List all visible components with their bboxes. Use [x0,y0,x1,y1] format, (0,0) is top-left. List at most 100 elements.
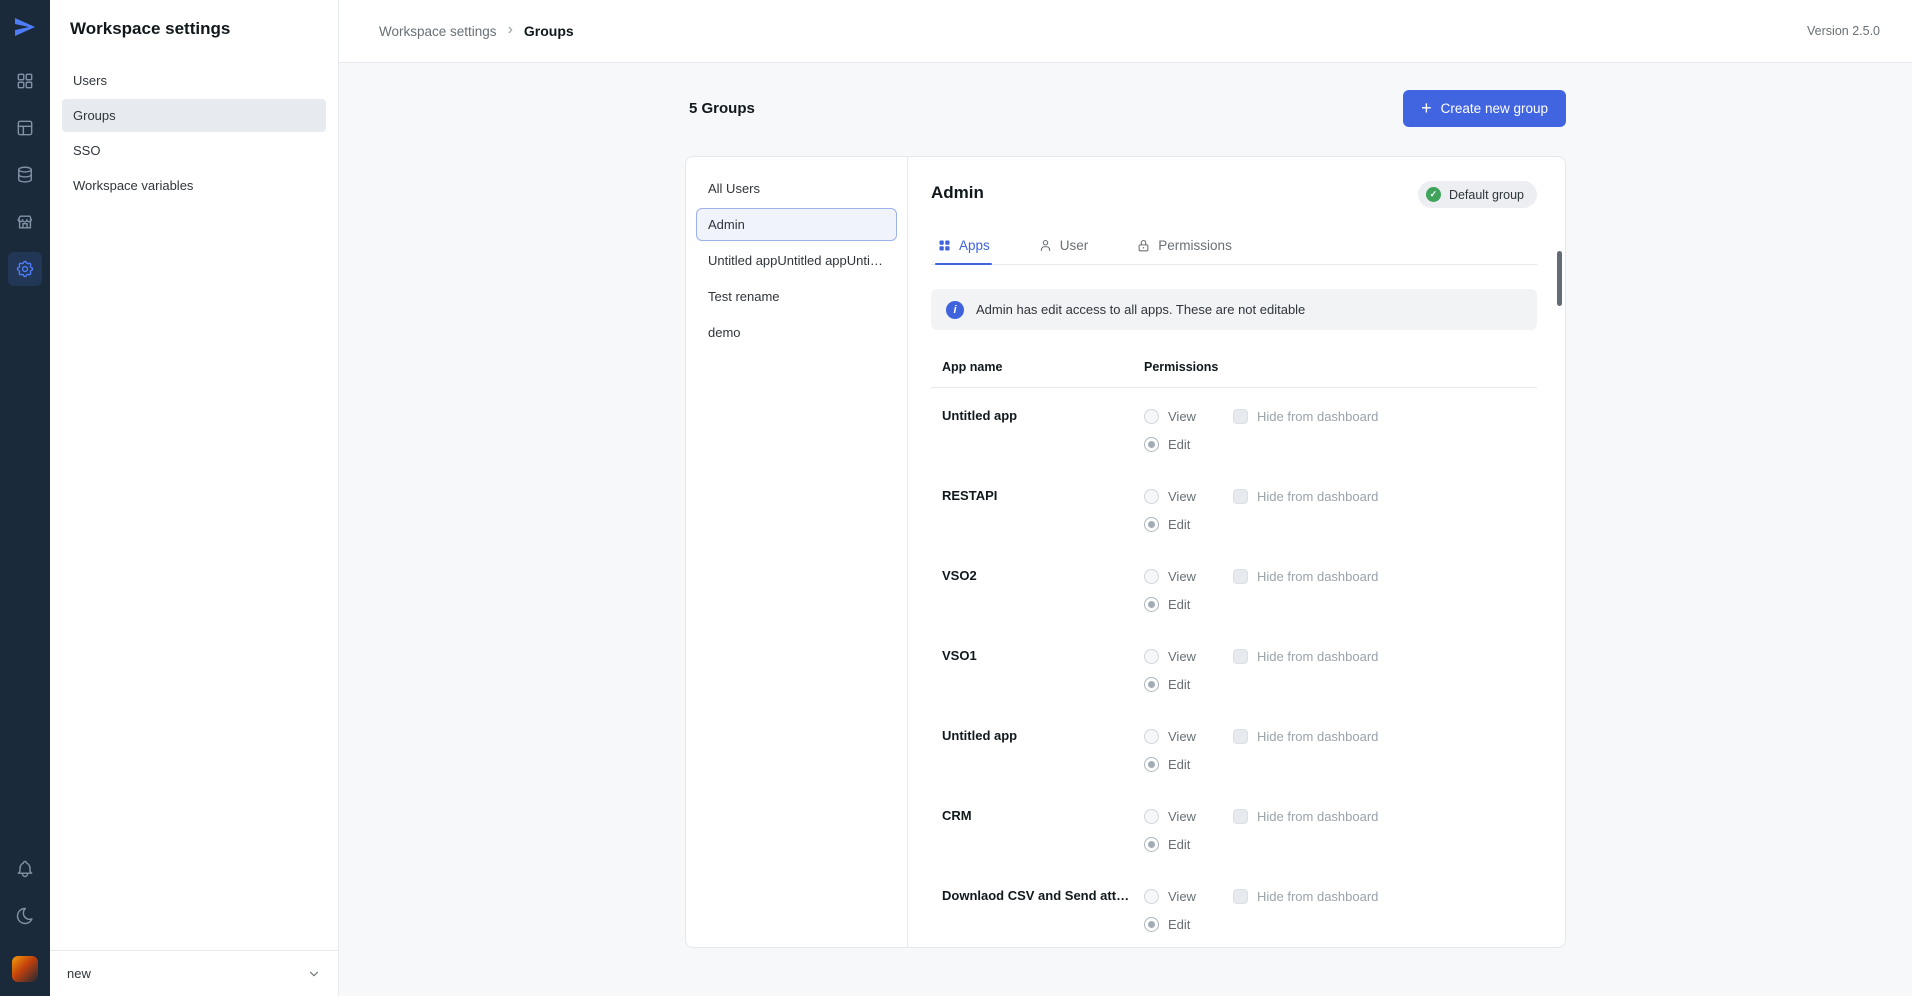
app-root: Workspace settings UsersGroupsSSOWorkspa… [0,0,1912,996]
view-radio [1144,729,1159,744]
icon-rail [0,0,50,996]
hide-from-dashboard-checkbox [1233,889,1248,904]
app-permission-row: VSO1 View Hide from dashboard Edit [931,628,1537,708]
hide-from-dashboard-label: Hide from dashboard [1257,809,1378,824]
hide-from-dashboard-group: Hide from dashboard [1233,569,1378,584]
app-logo-icon[interactable] [12,13,39,40]
view-radio [1144,649,1159,664]
sidebar-item-workspace-variables[interactable]: Workspace variables [62,169,326,202]
content-area: 5 Groups + Create new group All UsersAdm… [339,63,1912,996]
user-avatar[interactable] [12,956,38,982]
hide-from-dashboard-label: Hide from dashboard [1257,729,1378,744]
marketplace-icon[interactable] [8,205,42,239]
theme-icon[interactable] [8,899,42,933]
workspace-switcher[interactable]: new [50,950,338,996]
settings-icon[interactable] [8,252,42,286]
create-new-group-label: Create new group [1441,101,1548,116]
edit-radio [1144,517,1159,532]
default-group-badge: ✓ Default group [1418,181,1537,208]
group-list-item-demo[interactable]: demo [696,316,897,349]
permissions-table-header: App name Permissions [931,360,1537,388]
user-icon [1038,238,1053,253]
groups-card: All UsersAdminUntitled appUntitled appUn… [685,156,1566,948]
app-permission-row: VSO2 View Hide from dashboard Edit [931,548,1537,628]
column-header-app-name: App name [942,360,1144,374]
layout-icon[interactable] [8,111,42,145]
notifications-icon[interactable] [8,852,42,886]
hide-from-dashboard-label: Hide from dashboard [1257,649,1378,664]
view-radio-label: View [1168,649,1196,664]
app-name: Downlaod CSV and Send attac… [942,888,1144,948]
hide-from-dashboard-checkbox [1233,489,1248,504]
content-inner: 5 Groups + Create new group All UsersAdm… [685,90,1566,948]
hide-from-dashboard-label: Hide from dashboard [1257,889,1378,904]
chevron-right-icon: › [508,22,513,40]
hide-from-dashboard-checkbox [1233,649,1248,664]
group-list-item-untitled-appuntitled-appuntitl[interactable]: Untitled appUntitled appUntitle… [696,244,897,277]
group-list-item-all-users[interactable]: All Users [696,172,897,205]
database-icon[interactable] [8,158,42,192]
edit-radio-label: Edit [1168,517,1190,532]
breadcrumb: Workspace settings › Groups [379,22,574,40]
column-header-permissions: Permissions [1144,360,1537,374]
edit-permission-line: Edit [1144,436,1537,453]
sidebar-title: Workspace settings [70,19,338,39]
edit-radio [1144,597,1159,612]
workspace-name: new [67,966,91,981]
app-permission-row: Untitled app View Hide from dashboard Ed… [931,388,1537,468]
edit-radio-label: Edit [1168,757,1190,772]
app-name: VSO1 [942,648,1144,708]
hide-from-dashboard-group: Hide from dashboard [1233,409,1378,424]
view-permission-line: View Hide from dashboard [1144,888,1537,905]
breadcrumb-current: Groups [524,23,574,39]
edit-permission-line: Edit [1144,916,1537,933]
group-list-item-admin[interactable]: Admin [696,208,897,241]
app-name: CRM [942,808,1144,868]
edit-permission-line: Edit [1144,676,1537,693]
check-circle-icon: ✓ [1426,187,1441,202]
hide-from-dashboard-label: Hide from dashboard [1257,489,1378,504]
rail-top-icons [8,64,42,299]
create-new-group-button[interactable]: + Create new group [1403,90,1566,127]
app-permission-controls: View Hide from dashboard Edit [1144,488,1537,548]
edit-radio [1144,757,1159,772]
view-permission-line: View Hide from dashboard [1144,808,1537,825]
info-banner: i Admin has edit access to all apps. The… [931,289,1537,330]
breadcrumb-root[interactable]: Workspace settings [379,24,497,39]
groups-count-label: 5 Groups [689,100,755,117]
groups-header: 5 Groups + Create new group [685,90,1566,127]
tab-user[interactable]: User [1036,229,1091,264]
view-radio-label: View [1168,489,1196,504]
hide-from-dashboard-checkbox [1233,569,1248,584]
edit-radio-label: Edit [1168,917,1190,932]
sidebar-item-users[interactable]: Users [62,64,326,97]
hide-from-dashboard-checkbox [1233,729,1248,744]
group-detail-tabs: Apps User Permissions [931,229,1537,265]
permissions-table-body: Untitled app View Hide from dashboard Ed… [931,388,1537,948]
edit-permission-line: Edit [1144,516,1537,533]
tab-apps[interactable]: Apps [935,229,992,264]
edit-radio [1144,837,1159,852]
group-title: Admin [931,183,984,203]
sidebar-item-groups[interactable]: Groups [62,99,326,132]
group-list-item-test-rename[interactable]: Test rename [696,280,897,313]
edit-permission-line: Edit [1144,596,1537,613]
sidebar-item-sso[interactable]: SSO [62,134,326,167]
app-permission-controls: View Hide from dashboard Edit [1144,888,1537,948]
view-radio [1144,569,1159,584]
tab-permissions[interactable]: Permissions [1134,229,1234,264]
apps-icon[interactable] [8,64,42,98]
app-permission-controls: View Hide from dashboard Edit [1144,568,1537,628]
edit-permission-line: Edit [1144,836,1537,853]
card-scrollbar-thumb[interactable] [1557,251,1562,306]
view-radio [1144,809,1159,824]
app-name: Untitled app [942,408,1144,468]
app-permission-row: CRM View Hide from dashboard Edit [931,788,1537,868]
hide-from-dashboard-group: Hide from dashboard [1233,489,1378,504]
app-name: VSO2 [942,568,1144,628]
hide-from-dashboard-label: Hide from dashboard [1257,409,1378,424]
app-permission-row: Untitled app View Hide from dashboard Ed… [931,708,1537,788]
tab-label: User [1060,238,1089,253]
hide-from-dashboard-checkbox [1233,809,1248,824]
hide-from-dashboard-group: Hide from dashboard [1233,649,1378,664]
